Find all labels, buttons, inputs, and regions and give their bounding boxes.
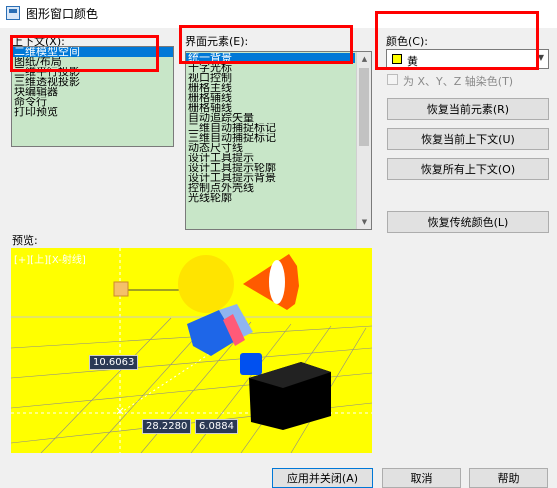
dimension-value-1: 10.6063: [89, 355, 139, 370]
context-list-item[interactable]: 图纸/布局: [12, 57, 173, 67]
preview-viewport: [+][上][X-射线] 10.6063 28.2280 6.0884: [11, 248, 372, 453]
elements-scrollbar[interactable]: ▲ ▼: [356, 52, 371, 229]
grip-marker: [113, 281, 129, 297]
elements-label: 界面元素(E):: [185, 35, 249, 48]
element-list-item[interactable]: 控制点外壳线: [186, 183, 355, 193]
element-list-item[interactable]: 设计工具提示: [186, 153, 355, 163]
scroll-up-arrow-icon[interactable]: ▲: [357, 52, 371, 66]
context-listbox[interactable]: 二维模型空间 图纸/布局 三维平行投影 三维透视投影 块编辑器 命令行 打印预览: [11, 46, 174, 147]
sphere-shape: [178, 255, 234, 313]
element-list-item[interactable]: 三维自动捕捉标记: [186, 133, 355, 143]
element-list-item[interactable]: 自动追踪矢量: [186, 113, 355, 123]
dimension-value-3: 6.0884: [195, 419, 238, 434]
restore-classic-colors-button[interactable]: 恢复传统颜色(L): [387, 211, 549, 233]
grip-square: [240, 353, 262, 375]
color-dropdown-value: 黄: [407, 55, 418, 68]
element-list-item[interactable]: 栅格轴线: [186, 103, 355, 113]
element-list-item[interactable]: 设计工具提示背景: [186, 173, 355, 183]
preview-label: 预览:: [12, 234, 38, 247]
elements-listbox[interactable]: 统一背景 十字光标 视口控制 栅格主线 栅格辅线 栅格轴线 自动追踪矢量 二维自动捕捉标记 三维…: [185, 51, 372, 230]
element-list-item[interactable]: 动态尺寸线: [186, 143, 355, 153]
window-icon: [6, 6, 20, 20]
color-label: 颜色(C):: [386, 35, 428, 48]
element-list-item[interactable]: 统一背景: [186, 53, 355, 63]
element-list-item[interactable]: 十字光标: [186, 63, 355, 73]
element-list-item[interactable]: 栅格主线: [186, 83, 355, 93]
dimension-value-2: 28.2280: [142, 419, 192, 434]
tint-axes-checkbox[interactable]: [387, 74, 398, 85]
cone-base: [269, 260, 285, 304]
apply-close-button[interactable]: 应用并关闭(A): [272, 468, 373, 488]
element-list-item[interactable]: 视口控制: [186, 73, 355, 83]
scroll-down-arrow-icon[interactable]: ▼: [357, 215, 371, 229]
help-button[interactable]: 帮助: [469, 468, 548, 488]
context-list-item[interactable]: 三维平行投影: [12, 67, 173, 77]
element-list-item[interactable]: 二维自动捕捉标记: [186, 123, 355, 133]
restore-current-context-button[interactable]: 恢复当前上下文(U): [387, 128, 549, 150]
scrollbar-thumb[interactable]: [359, 68, 369, 146]
tint-axes-label: 为 X、Y、Z 轴染色(T): [403, 75, 514, 88]
color-swatch: [392, 54, 402, 64]
element-list-item[interactable]: 光线轮廓: [186, 193, 355, 203]
context-list-item[interactable]: 命令行: [12, 97, 173, 107]
window-title: 图形窗口颜色: [26, 7, 99, 21]
context-list-item[interactable]: 三维透视投影: [12, 77, 173, 87]
restore-all-contexts-button[interactable]: 恢复所有上下文(O): [387, 158, 549, 180]
chevron-down-icon: ▼: [537, 53, 544, 62]
restore-current-element-button[interactable]: 恢复当前元素(R): [387, 98, 549, 120]
element-list-item[interactable]: 设计工具提示轮廓: [186, 163, 355, 173]
context-list-item[interactable]: 二维模型空间: [12, 47, 173, 57]
context-list-item[interactable]: 块编辑器: [12, 87, 173, 97]
title-bar: 图形窗口颜色: [0, 0, 557, 28]
preview-scene: [11, 248, 372, 453]
viewport-label: [+][上][X-射线]: [14, 255, 86, 266]
element-list-item[interactable]: 栅格辅线: [186, 93, 355, 103]
cancel-button[interactable]: 取消: [382, 468, 461, 488]
color-dropdown[interactable]: 黄 ▼: [386, 49, 549, 69]
context-list-item[interactable]: 打印预览: [12, 107, 173, 117]
